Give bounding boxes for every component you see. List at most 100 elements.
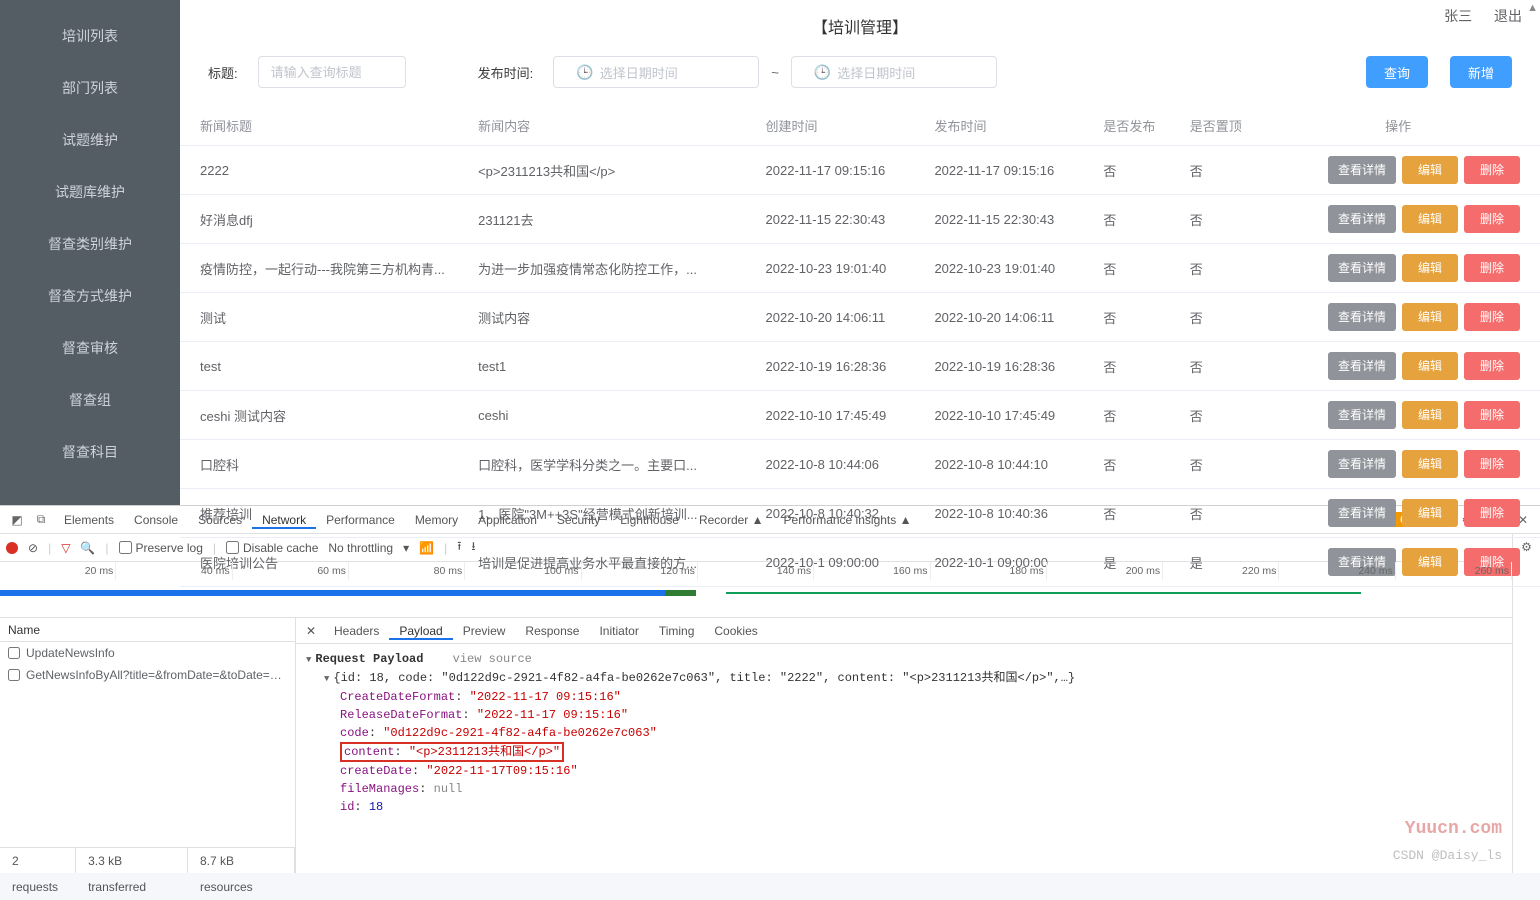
search-row: 标题: 发布时间: 🕒 选择日期时间 ~ 🕒 选择日期时间 查询 新增 [180, 48, 1540, 106]
sidebar-item[interactable]: 督查方式维护 [0, 270, 180, 322]
date-range-separator: ~ [771, 65, 779, 80]
title-input[interactable] [258, 56, 406, 88]
sidebar: 培训列表部门列表试题维护试题库维护督查类别维护督查方式维护督查审核督查组督查科目 [0, 0, 180, 505]
delete-button[interactable]: 删除 [1464, 205, 1520, 233]
delete-button[interactable]: 删除 [1464, 156, 1520, 184]
edit-button[interactable]: 编辑 [1402, 303, 1458, 331]
detail-tab[interactable]: Cookies [704, 624, 767, 638]
table-row: 推荐培训1、医院"3M++3S"经营模式创新培训...2022-10-8 10:… [180, 489, 1540, 538]
user-name[interactable]: 张三 [1444, 8, 1472, 24]
detail-tab[interactable]: Payload [389, 624, 452, 640]
delete-button[interactable]: 删除 [1464, 254, 1520, 282]
devtools-tab[interactable]: Console [124, 513, 188, 527]
sidebar-item[interactable]: 督查组 [0, 374, 180, 426]
sidebar-item[interactable]: 试题库维护 [0, 166, 180, 218]
payload-field-highlighted: content: "<p>2311213共和国</p>" [306, 742, 1502, 762]
sidebar-item[interactable]: 试题维护 [0, 114, 180, 166]
table-cell: 2022-10-10 17:45:49 [924, 391, 1093, 440]
view-button[interactable]: 查看详情 [1328, 303, 1396, 331]
table-cell: 否 [1093, 146, 1179, 195]
table-cell: 2022-11-17 09:15:16 [756, 146, 925, 195]
edit-button[interactable]: 编辑 [1402, 450, 1458, 478]
view-button[interactable]: 查看详情 [1328, 499, 1396, 527]
table-header: 发布时间 [924, 106, 1093, 146]
delete-button[interactable]: 删除 [1464, 401, 1520, 429]
logout-link[interactable]: 退出 [1494, 8, 1522, 24]
table-cell: 口腔科 [180, 440, 468, 489]
ops-cell: 查看详情编辑删除 [1266, 195, 1540, 244]
delete-button[interactable]: 删除 [1464, 499, 1520, 527]
table-cell: 好消息dfj [180, 195, 468, 244]
edit-button[interactable]: 编辑 [1402, 401, 1458, 429]
timeline-tick: 120 ms [582, 562, 698, 580]
table-cell: 2022-10-8 10:44:06 [756, 440, 925, 489]
edit-button[interactable]: 编辑 [1402, 156, 1458, 184]
table-cell: ceshi 测试内容 [180, 391, 468, 440]
table-cell: <p>2311213共和国</p> [468, 146, 755, 195]
filter-icon[interactable]: ▽ [61, 541, 70, 555]
edit-button[interactable]: 编辑 [1402, 352, 1458, 380]
table-cell: 2022-10-23 19:01:40 [756, 244, 925, 293]
delete-button[interactable]: 删除 [1464, 303, 1520, 331]
request-checkbox[interactable] [8, 647, 20, 659]
delete-button[interactable]: 删除 [1464, 352, 1520, 380]
table-cell: 否 [1180, 195, 1266, 244]
sidebar-item[interactable]: 督查审核 [0, 322, 180, 374]
view-button[interactable]: 查看详情 [1328, 450, 1396, 478]
table-cell: 否 [1180, 440, 1266, 489]
view-button[interactable]: 查看详情 [1328, 205, 1396, 233]
edit-button[interactable]: 编辑 [1402, 254, 1458, 282]
payload-summary[interactable]: {id: 18, code: "0d122d9c-2921-4f82-a4fa-… [306, 669, 1502, 688]
detail-tab[interactable]: Preview [453, 624, 516, 638]
sidebar-item[interactable]: 督查科目 [0, 426, 180, 478]
delete-button[interactable]: 删除 [1464, 450, 1520, 478]
table-cell: 否 [1180, 146, 1266, 195]
search-icon[interactable]: 🔍 [80, 541, 95, 555]
date-to-input[interactable]: 🕒 选择日期时间 [791, 56, 997, 88]
sidebar-item[interactable]: 培训列表 [0, 10, 180, 62]
close-detail-icon[interactable]: ✕ [300, 624, 322, 638]
network-timeline[interactable]: 20 ms40 ms60 ms80 ms100 ms120 ms140 ms16… [0, 562, 1512, 618]
request-item[interactable]: UpdateNewsInfo [0, 642, 295, 664]
view-button[interactable]: 查看详情 [1328, 352, 1396, 380]
table-cell: 2022-10-8 10:44:10 [924, 440, 1093, 489]
detail-tab[interactable]: Headers [324, 624, 389, 638]
view-button[interactable]: 查看详情 [1328, 254, 1396, 282]
request-item[interactable]: GetNewsInfoByAll?title=&fromDate=&toDate… [0, 664, 295, 686]
device-icon[interactable]: ⧉ [30, 512, 52, 527]
table-cell: 否 [1093, 440, 1179, 489]
sidebar-item[interactable]: 部门列表 [0, 62, 180, 114]
table-cell: 2022-10-19 16:28:36 [756, 342, 925, 391]
view-button[interactable]: 查看详情 [1328, 401, 1396, 429]
sidebar-item[interactable]: 督查类别维护 [0, 218, 180, 270]
edit-button[interactable]: 编辑 [1402, 205, 1458, 233]
table-cell: 测试内容 [468, 293, 755, 342]
csdn-credit: CSDN @Daisy_ls [1393, 848, 1502, 863]
detail-tab[interactable]: Timing [649, 624, 705, 638]
record-button[interactable] [6, 542, 18, 554]
table-cell: 否 [1093, 391, 1179, 440]
table-row: 测试测试内容2022-10-20 14:06:112022-10-20 14:0… [180, 293, 1540, 342]
date-from-input[interactable]: 🕒 选择日期时间 [553, 56, 759, 88]
table-cell: 为进一步加强疫情常态化防控工作，... [468, 244, 755, 293]
view-source-link[interactable]: view source [453, 652, 532, 666]
clock-icon: 🕒 [814, 64, 831, 81]
clear-icon[interactable]: ⊘ [28, 541, 38, 555]
detail-tab[interactable]: Response [515, 624, 589, 638]
edit-button[interactable]: 编辑 [1402, 499, 1458, 527]
inspect-icon[interactable]: ◩ [6, 513, 28, 527]
table-cell: 推荐培训 [180, 489, 468, 538]
detail-tab[interactable]: Initiator [589, 624, 648, 638]
new-button[interactable]: 新增 [1450, 56, 1512, 88]
request-name: UpdateNewsInfo [26, 646, 115, 660]
timeline-tick: 20 ms [0, 562, 116, 580]
request-checkbox[interactable] [8, 669, 20, 681]
table-cell: 2022-10-23 19:01:40 [924, 244, 1093, 293]
view-button[interactable]: 查看详情 [1328, 156, 1396, 184]
query-button[interactable]: 查询 [1366, 56, 1428, 88]
table-cell: 2022-10-8 10:40:36 [924, 489, 1093, 538]
timeline-tick: 60 ms [233, 562, 349, 580]
payload-section-title[interactable]: Request Payload [306, 650, 423, 669]
devtools-tab[interactable]: Elements [54, 513, 124, 527]
ops-cell: 查看详情编辑删除 [1266, 440, 1540, 489]
